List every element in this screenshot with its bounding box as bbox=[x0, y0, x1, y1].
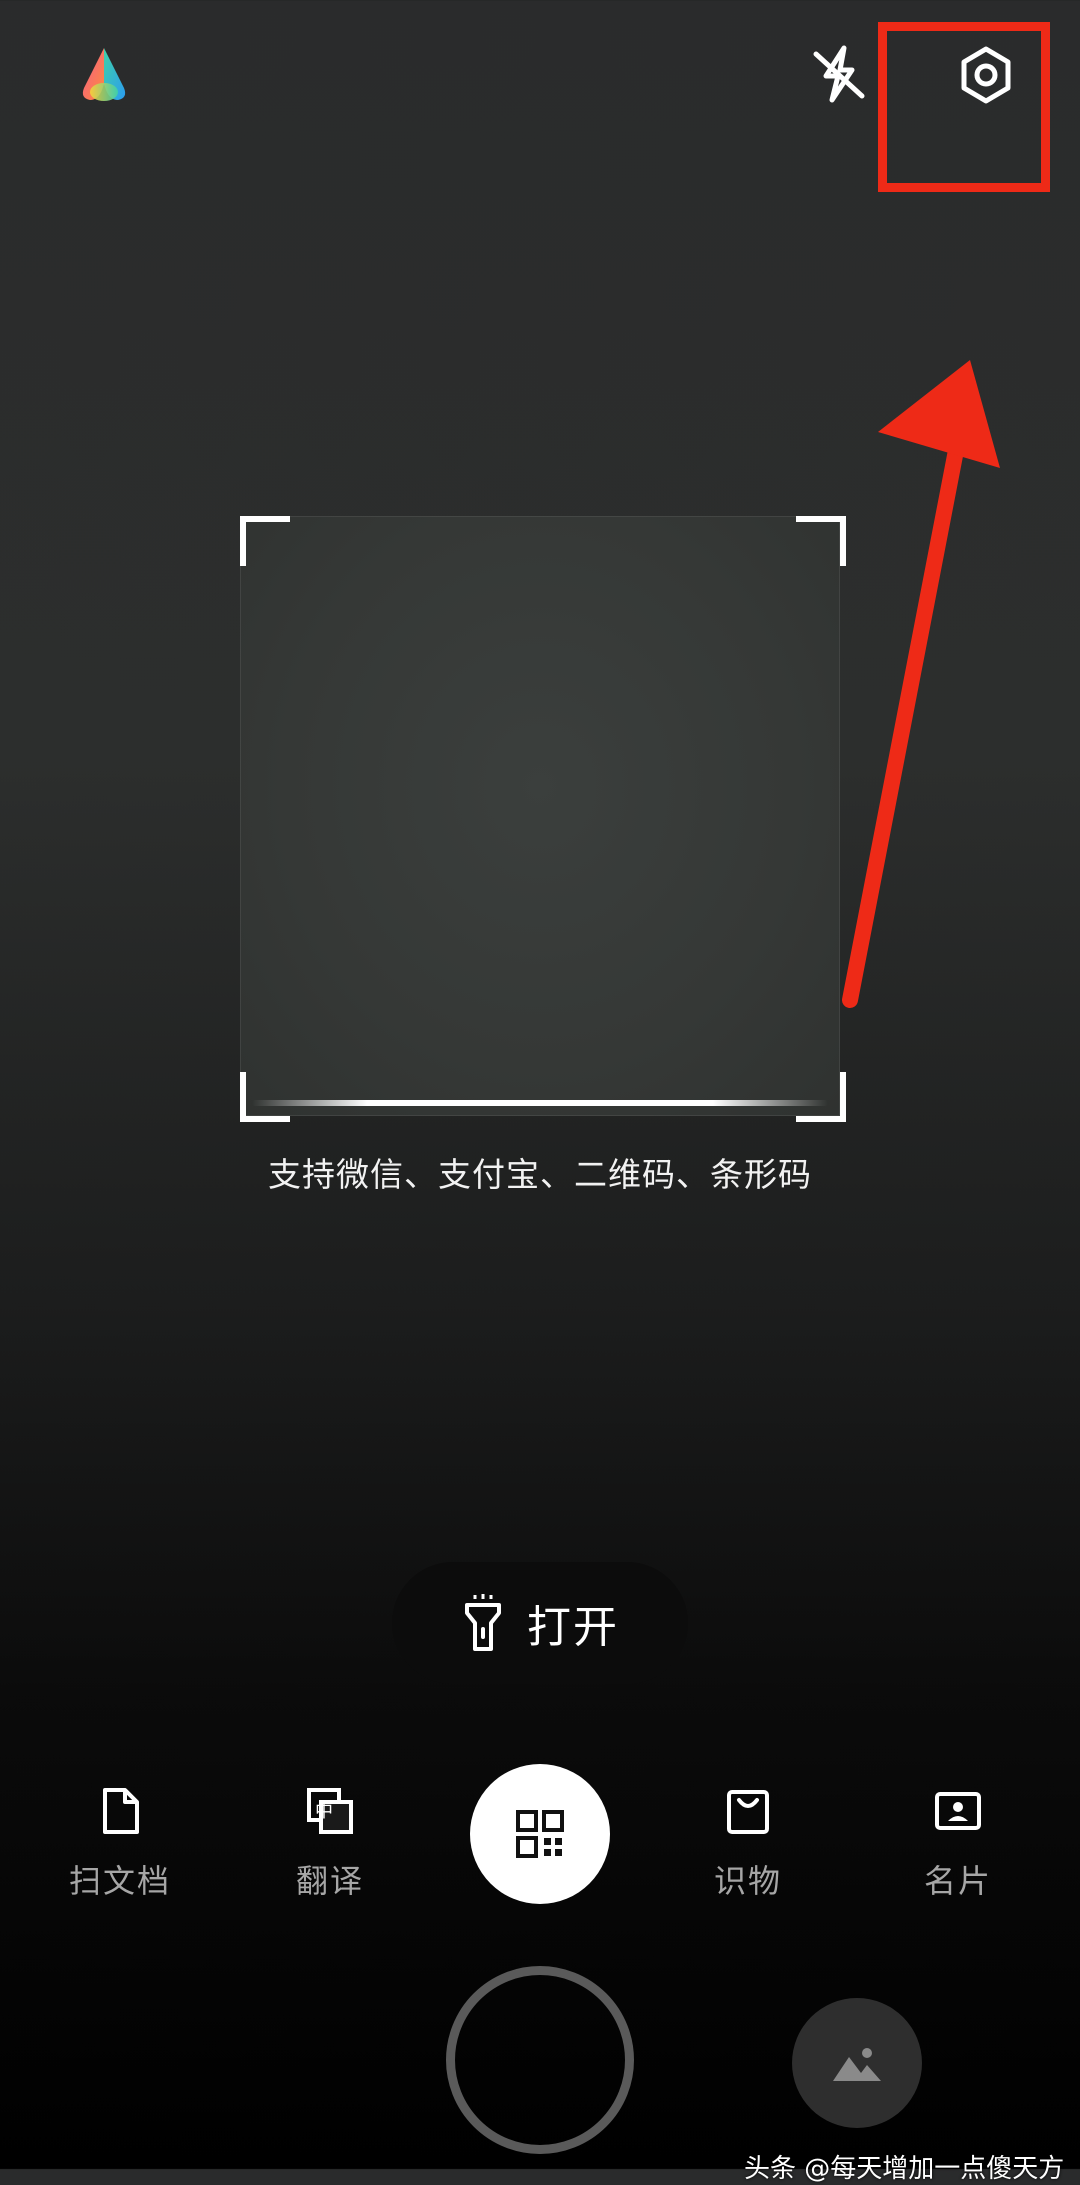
svg-text:中: 中 bbox=[315, 1801, 333, 1822]
viewfinder-corner-top-right bbox=[796, 516, 846, 566]
mode-label: 翻译 bbox=[295, 1862, 364, 1900]
scan-hint-text: 支持微信、支付宝、二维码、条形码 bbox=[268, 1155, 812, 1194]
translate-icon: 中 bbox=[307, 1788, 353, 1834]
mode-label: 识物 bbox=[713, 1862, 782, 1900]
flash-off-icon[interactable] bbox=[810, 44, 868, 104]
viewfinder-corner-top-left bbox=[240, 516, 290, 566]
annotation-arrow bbox=[830, 350, 1010, 1010]
mode-label: 名片 bbox=[923, 1862, 992, 1900]
mode-label: 扫文档 bbox=[68, 1862, 171, 1900]
gallery-button[interactable] bbox=[792, 1998, 922, 2128]
app-logo-icon bbox=[72, 46, 136, 106]
viewfinder-corner-bottom-right bbox=[796, 1072, 846, 1122]
shopping-bag-icon bbox=[727, 1790, 769, 1834]
annotation-highlight-box bbox=[878, 22, 1050, 192]
flashlight-label: 打开 bbox=[527, 1602, 619, 1653]
watermark-text: 头条 @每天增加一点傻天方 bbox=[744, 2154, 1065, 2184]
scan-viewfinder bbox=[240, 516, 840, 1116]
mode-business-card[interactable]: 名片 bbox=[878, 1786, 1038, 1902]
mode-scan-document[interactable]: 扫文档 bbox=[40, 1786, 200, 1902]
qr-code-icon bbox=[516, 1810, 564, 1858]
mode-identify-object[interactable]: 识物 bbox=[668, 1786, 828, 1902]
shutter-button[interactable] bbox=[446, 1966, 634, 2154]
viewfinder-corner-bottom-left bbox=[240, 1072, 290, 1122]
scan-line bbox=[252, 1100, 828, 1106]
mode-translate[interactable]: 中 翻译 bbox=[250, 1786, 410, 1902]
flashlight-toggle-button[interactable]: 打开 bbox=[392, 1562, 688, 1684]
document-icon bbox=[103, 1788, 139, 1834]
gallery-image-icon bbox=[833, 2048, 881, 2081]
mode-qr-code-active[interactable] bbox=[470, 1764, 610, 1904]
business-card-icon bbox=[935, 1792, 981, 1830]
flashlight-icon bbox=[465, 1594, 501, 1651]
